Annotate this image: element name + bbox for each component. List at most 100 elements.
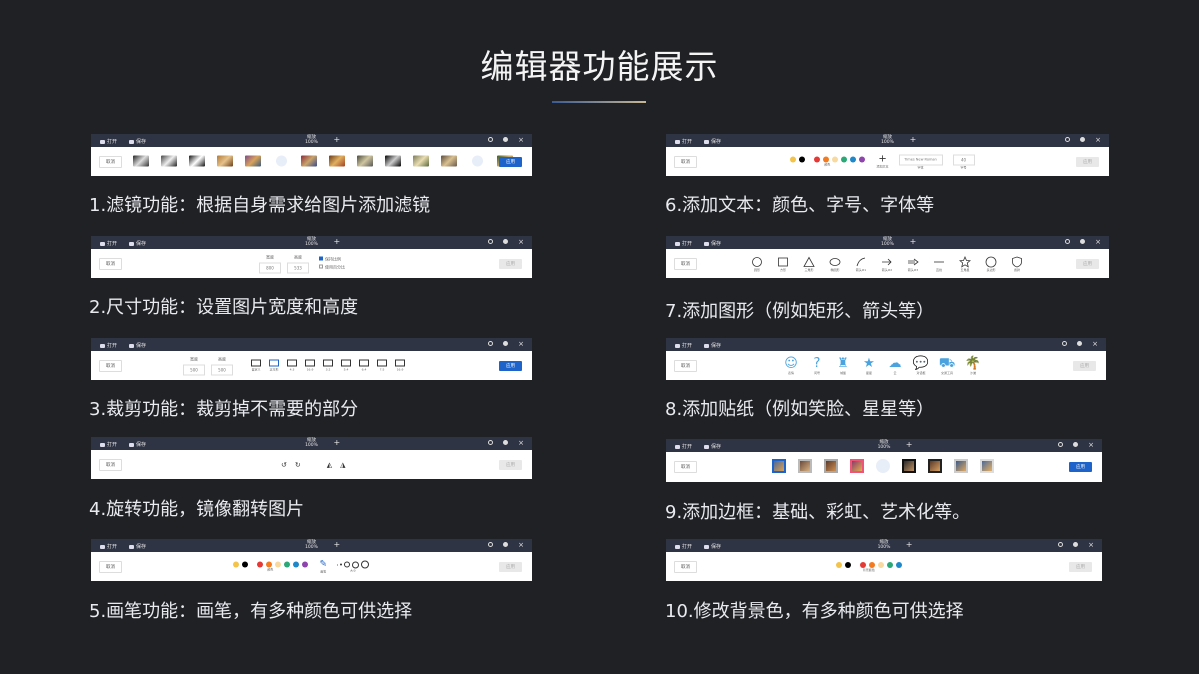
palette-icon[interactable] (835, 561, 842, 568)
history-icon[interactable] (488, 542, 494, 547)
layers-icon[interactable] (503, 137, 509, 142)
width-input[interactable]: 800 (259, 262, 281, 273)
shape-option[interactable]: 椭圆形 (828, 256, 842, 272)
history-icon[interactable] (1062, 341, 1068, 346)
frame-option[interactable] (953, 459, 969, 475)
zoom-in-icon[interactable]: + (334, 238, 341, 246)
open-button[interactable]: 打开 (100, 138, 117, 145)
font-size-input[interactable]: 40 (952, 154, 975, 165)
close-icon[interactable]: × (518, 542, 524, 549)
sticker-option[interactable]: ♜ 城堡 (834, 356, 852, 375)
frame-option[interactable] (979, 459, 995, 475)
filter-thumb[interactable] (357, 155, 373, 168)
frame-option[interactable] (901, 459, 917, 475)
filter-thumb[interactable] (189, 155, 205, 168)
open-button[interactable]: 打开 (100, 543, 117, 550)
shape-option[interactable]: 箭头#1 (854, 256, 868, 272)
crop-ratio-option[interactable]: 7:5 (377, 359, 387, 372)
use-percent-checkbox[interactable]: 使用百分比 (319, 264, 345, 271)
crop-height-input[interactable]: 500 (211, 364, 233, 375)
layers-icon[interactable] (1080, 239, 1086, 244)
filter-thumb[interactable] (217, 155, 233, 168)
save-button[interactable]: 保存 (129, 543, 146, 550)
rotate-right-icon[interactable]: ↻ (295, 461, 301, 469)
color-swatch[interactable] (293, 561, 299, 568)
cancel-button[interactable]: 取消 (674, 257, 697, 270)
filter-thumb[interactable] (161, 155, 177, 168)
history-icon[interactable] (488, 341, 494, 346)
sticker-option[interactable]: ★ 星星 (860, 356, 878, 375)
crop-ratio-option[interactable]: 3:2 (323, 359, 333, 372)
layers-icon[interactable] (1073, 442, 1079, 447)
shape-option[interactable]: 箭头#3 (906, 256, 920, 272)
pen-icon[interactable]: ✎ (320, 560, 328, 569)
cancel-button[interactable]: 取消 (674, 359, 697, 372)
close-icon[interactable]: × (1095, 239, 1101, 246)
open-button[interactable]: 打开 (100, 342, 117, 349)
shape-option[interactable]: 箭头#2 (880, 256, 894, 272)
layers-icon[interactable] (503, 341, 509, 346)
sticker-option[interactable]: 💬 对话框 (912, 356, 930, 375)
close-icon[interactable]: × (1092, 341, 1098, 348)
filter-thumb[interactable] (301, 155, 317, 168)
apply-button[interactable]: 应用 (499, 459, 522, 470)
height-input[interactable]: 533 (287, 262, 309, 273)
color-swatch[interactable] (887, 561, 893, 568)
filter-settings-icon[interactable] (273, 155, 289, 168)
filter-thumb[interactable] (385, 155, 401, 168)
crop-ratio-option[interactable]: 正方形 (269, 359, 279, 372)
zoom-in-icon[interactable]: + (334, 439, 341, 447)
shape-option[interactable]: 多边形 (984, 256, 998, 272)
shape-option[interactable]: 盾牌 (1010, 256, 1024, 272)
history-icon[interactable] (488, 239, 494, 244)
crop-ratio-option[interactable]: 自定义 (251, 359, 261, 372)
close-icon[interactable]: × (1088, 442, 1094, 449)
frame-option[interactable] (823, 459, 839, 475)
color-swatch[interactable] (850, 156, 856, 163)
crop-ratio-option[interactable]: 4:3 (287, 359, 297, 372)
apply-button[interactable]: 应用 (1076, 156, 1099, 167)
cancel-button[interactable]: 取消 (99, 560, 122, 573)
cancel-button[interactable]: 取消 (674, 560, 697, 573)
sticker-option[interactable]: ? 问号 (808, 356, 826, 375)
color-swatch[interactable] (241, 561, 248, 568)
color-swatch[interactable] (878, 561, 884, 568)
apply-button[interactable]: 应用 (1069, 561, 1092, 572)
save-button[interactable]: 保存 (129, 138, 146, 145)
history-icon[interactable] (488, 137, 494, 142)
apply-button[interactable]: 应用 (499, 258, 522, 269)
open-button[interactable]: 打开 (675, 138, 692, 145)
apply-button[interactable]: 应用 (1076, 258, 1099, 269)
history-icon[interactable] (488, 440, 494, 445)
shape-option[interactable]: 方形 (776, 256, 790, 272)
close-icon[interactable]: × (518, 341, 524, 348)
brush-size-options[interactable] (337, 560, 370, 569)
apply-button[interactable]: 应用 (499, 561, 522, 572)
close-icon[interactable]: × (518, 239, 524, 246)
frame-option[interactable] (927, 459, 943, 475)
save-button[interactable]: 保存 (704, 443, 721, 450)
cancel-button[interactable]: 取消 (99, 155, 122, 168)
crop-ratio-option[interactable]: 5:4 (341, 359, 351, 372)
sticker-option[interactable]: 🌴 沙滩 (964, 356, 982, 375)
shape-option[interactable]: 五角星 (958, 255, 972, 272)
layers-icon[interactable] (1080, 137, 1086, 142)
history-icon[interactable] (1065, 239, 1071, 244)
frame-option[interactable] (849, 459, 865, 475)
apply-button[interactable]: 应用 (1073, 360, 1096, 371)
filter-thumb[interactable] (441, 155, 457, 168)
color-swatch[interactable] (257, 561, 263, 568)
color-swatch[interactable] (844, 561, 851, 568)
close-icon[interactable]: × (1088, 542, 1094, 549)
open-button[interactable]: 打开 (675, 543, 692, 550)
color-swatch[interactable] (302, 561, 308, 568)
zoom-in-icon[interactable]: + (910, 238, 917, 246)
filter-thumb[interactable] (245, 155, 261, 168)
history-icon[interactable] (1065, 137, 1071, 142)
crop-ratio-option[interactable]: 16:9 (395, 359, 405, 372)
font-select[interactable]: Times New Roman (898, 154, 943, 165)
crop-width-input[interactable]: 500 (183, 364, 205, 375)
shape-option[interactable]: 三角形 (802, 256, 816, 272)
flip-vertical-icon[interactable]: ◭ (327, 461, 332, 469)
open-button[interactable]: 打开 (675, 342, 692, 349)
